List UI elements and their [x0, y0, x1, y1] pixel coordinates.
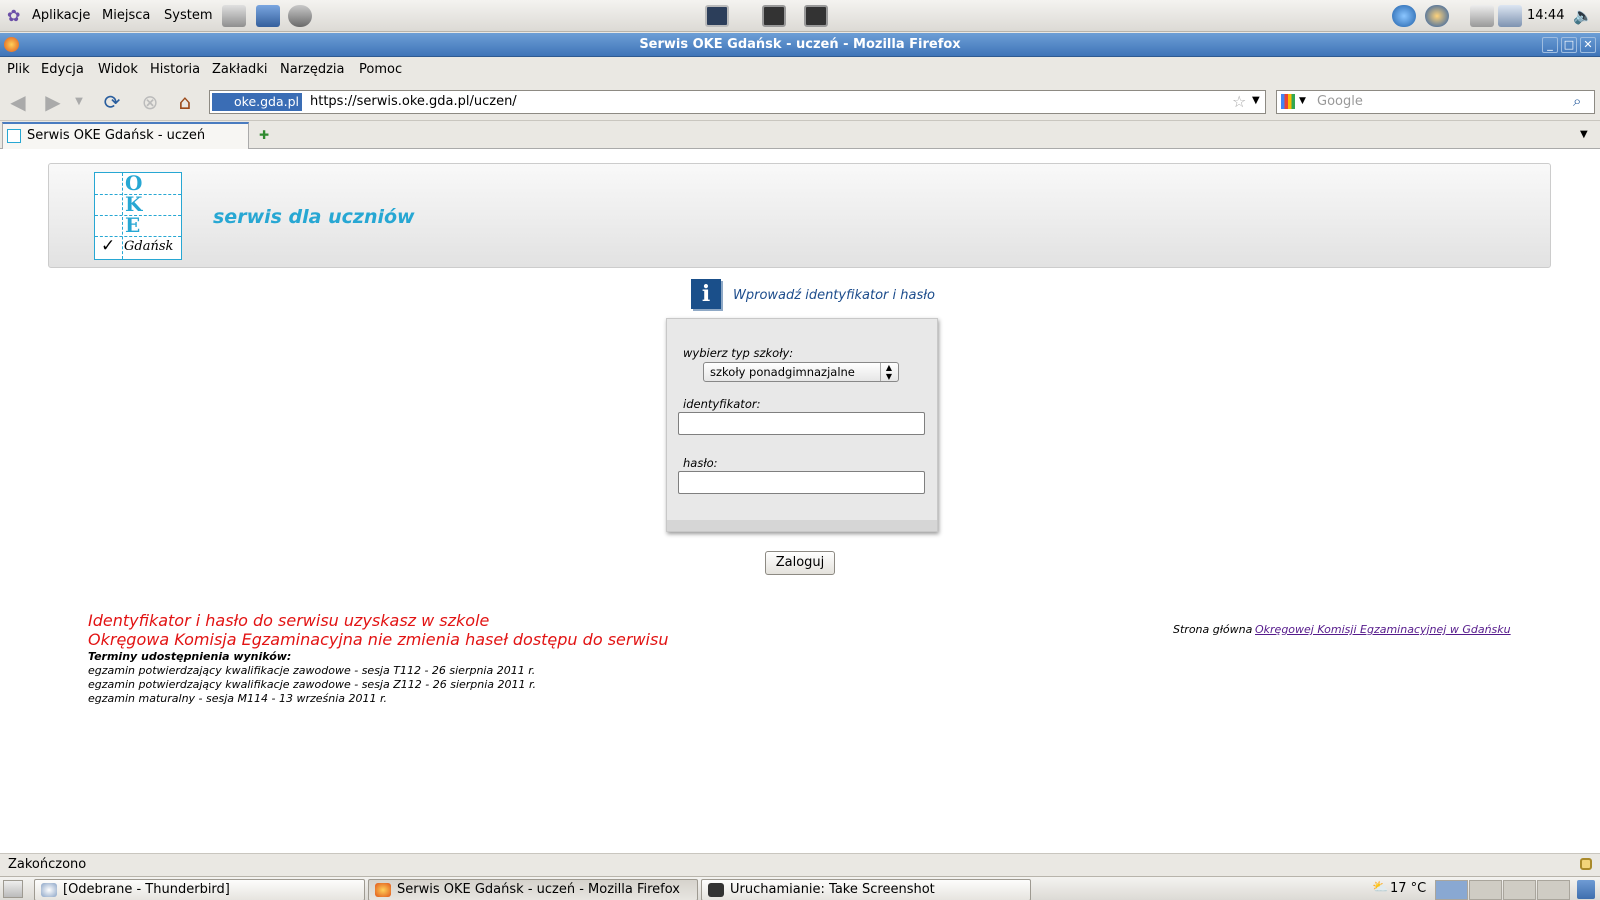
thunderbird-tray-icon[interactable] — [1425, 5, 1449, 27]
results-line-3: egzamin maturalny - sesja M114 - 13 wrze… — [88, 692, 388, 705]
search-input[interactable]: Google — [1317, 94, 1363, 109]
panel-clock[interactable]: 14:44 — [1527, 8, 1564, 23]
menu-tools[interactable]: Narzędzia — [280, 62, 345, 77]
firefox-task-icon — [375, 883, 391, 897]
task-firefox[interactable]: Serwis OKE Gdańsk - uczeń - Mozilla Fire… — [368, 879, 698, 900]
list-tabs-icon[interactable]: ▼ — [1580, 129, 1588, 140]
new-tab-icon[interactable]: ✚ — [259, 128, 269, 142]
volume-icon[interactable]: 🔈 — [1573, 7, 1593, 25]
menu-places[interactable]: Miejsca — [102, 8, 150, 23]
printer-icon[interactable] — [1470, 5, 1494, 27]
menu-edit[interactable]: Edycja — [41, 62, 84, 77]
security-lock-icon[interactable] — [1580, 858, 1592, 870]
menu-help[interactable]: Pomoc — [359, 62, 402, 77]
window-titlebar[interactable]: Serwis OKE Gdańsk - uczeń - Mozilla Fire… — [0, 33, 1600, 57]
results-line-1: egzamin potwierdzający kwalifikacje zawo… — [88, 664, 536, 677]
mail-launcher-icon[interactable] — [222, 5, 246, 27]
bottom-panel: [Odebrane - Thunderbird] Serwis OKE Gdań… — [0, 876, 1600, 900]
task-screenshot-label: Uruchamianie: Take Screenshot — [730, 882, 935, 897]
desktop-show-icon[interactable] — [762, 5, 786, 27]
info-message: Wprowadź identyfikator i hasło — [733, 288, 935, 303]
home-link-prefix: Strona główna — [1173, 623, 1253, 636]
site-header: O K E ✓ Gdańsk serwis dla uczniów — [48, 163, 1551, 268]
task-screenshot[interactable]: Uruchamianie: Take Screenshot — [701, 879, 1031, 900]
tab-active[interactable]: Serwis OKE Gdańsk - uczeń — [2, 122, 249, 149]
tab-favicon-icon — [7, 129, 21, 143]
reload-icon[interactable]: ⟳ — [98, 89, 126, 115]
workspace-1[interactable] — [1435, 880, 1468, 900]
history-dropdown-icon[interactable]: ▼ — [70, 89, 88, 115]
top-panel: ✿ Aplikacje Miejsca System 14:44 🔈 — [0, 0, 1600, 32]
back-arrow-icon[interactable]: ◀ — [4, 89, 32, 115]
menubar: Plik Edycja Widok Historia Zakładki Narz… — [0, 58, 1600, 82]
search-bar[interactable]: ▼ Google ⌕ — [1276, 90, 1595, 114]
identifier-label: identyfikator: — [683, 397, 761, 411]
menu-history[interactable]: Historia — [150, 62, 200, 77]
search-engine-dropdown-icon[interactable]: ▼ — [1299, 96, 1306, 106]
task-firefox-label: Serwis OKE Gdańsk - uczeń - Mozilla Fire… — [397, 882, 680, 897]
workspace-3[interactable] — [1503, 880, 1536, 900]
site-identity-button[interactable]: oke.gda.pl — [212, 93, 303, 111]
identifier-input[interactable] — [678, 412, 925, 435]
task-thunderbird[interactable]: [Odebrane - Thunderbird] — [34, 879, 365, 900]
logo-checkmark-icon: ✓ — [101, 236, 116, 256]
school-type-label: wybierz typ szkoły: — [683, 346, 794, 360]
gnome-foot-icon[interactable]: ✿ — [7, 7, 25, 25]
network-icon[interactable] — [1392, 5, 1416, 27]
menu-applications[interactable]: Aplikacje — [32, 8, 90, 23]
password-input[interactable] — [678, 471, 925, 494]
notice-line-2: Okręgowa Komisja Egzaminacyjna nie zmien… — [88, 630, 669, 649]
minimize-button[interactable]: _ — [1542, 37, 1558, 53]
camera-task-icon — [708, 883, 724, 897]
notice-line-1: Identyfikator i hasło do serwisu uzyskas… — [88, 611, 490, 630]
maximize-button[interactable]: □ — [1561, 37, 1577, 53]
menu-view[interactable]: Widok — [98, 62, 138, 77]
task-thunderbird-label: [Odebrane - Thunderbird] — [63, 882, 230, 897]
workspace-2[interactable] — [1469, 880, 1502, 900]
forward-arrow-icon[interactable]: ▶ — [39, 89, 67, 115]
url-input[interactable]: https://serwis.oke.gda.pl/uczen/ — [310, 94, 517, 109]
thunderbird-task-icon — [41, 883, 57, 897]
status-bar: Zakończono — [0, 853, 1600, 875]
status-text: Zakończono — [8, 857, 87, 872]
url-dropdown-icon[interactable]: ▼ — [1252, 95, 1260, 106]
search-engine-icon[interactable] — [1281, 94, 1295, 109]
results-line-2: egzamin potwierdzający kwalifikacje zawo… — [88, 678, 537, 691]
url-bar[interactable]: oke.gda.pl https://serwis.oke.gda.pl/ucz… — [209, 90, 1266, 114]
page-content: O K E ✓ Gdańsk serwis dla uczniów i Wpro… — [0, 149, 1600, 853]
terminal-icon[interactable] — [705, 5, 729, 27]
school-type-select[interactable]: szkoły ponadgimnazjalne ▲ ▼ — [703, 362, 899, 382]
battery-icon[interactable] — [1498, 5, 1522, 27]
home-link[interactable]: Okręgowej Komisji Egzaminacyjnej w Gdańs… — [1255, 623, 1511, 636]
close-button[interactable]: ✕ — [1580, 37, 1596, 53]
menu-bookmarks[interactable]: Zakładki — [212, 62, 267, 77]
info-icon: i — [691, 279, 721, 309]
menu-system[interactable]: System — [164, 8, 212, 23]
window-title: Serwis OKE Gdańsk - uczeń - Mozilla Fire… — [639, 37, 961, 52]
bookmark-star-icon[interactable]: ☆ — [1232, 92, 1246, 111]
site-subtitle: serwis dla uczniów — [213, 206, 415, 228]
school-type-selected: szkoły ponadgimnazjalne — [710, 365, 855, 379]
logo-city: Gdańsk — [124, 239, 174, 254]
search-go-icon[interactable]: ⌕ — [1573, 92, 1581, 110]
computer-launcher-icon[interactable] — [256, 5, 280, 27]
login-button[interactable]: Zaloguj — [765, 551, 835, 575]
desktop-switch-icon[interactable] — [804, 5, 828, 27]
oke-logo[interactable]: O K E ✓ Gdańsk — [94, 171, 182, 260]
workspace-4[interactable] — [1537, 880, 1570, 900]
show-desktop-icon[interactable] — [3, 880, 23, 898]
help-launcher-icon[interactable] — [288, 5, 312, 27]
menu-file[interactable]: Plik — [7, 62, 30, 77]
password-label: hasło: — [683, 456, 718, 470]
weather-temp[interactable]: 17 °C — [1390, 881, 1426, 896]
home-icon[interactable]: ⌂ — [171, 89, 199, 115]
select-arrows-icon: ▲ ▼ — [880, 363, 897, 381]
results-heading: Terminy udostępnienia wyników: — [88, 650, 292, 663]
weather-icon[interactable]: ⛅ — [1372, 880, 1388, 895]
logo-letter-e: E — [125, 213, 141, 237]
tab-label: Serwis OKE Gdańsk - uczeń — [27, 128, 206, 143]
trash-icon[interactable] — [1577, 880, 1595, 899]
login-form: wybierz typ szkoły: szkoły ponadgimnazja… — [666, 318, 938, 532]
stop-icon[interactable]: ⊗ — [136, 89, 164, 115]
